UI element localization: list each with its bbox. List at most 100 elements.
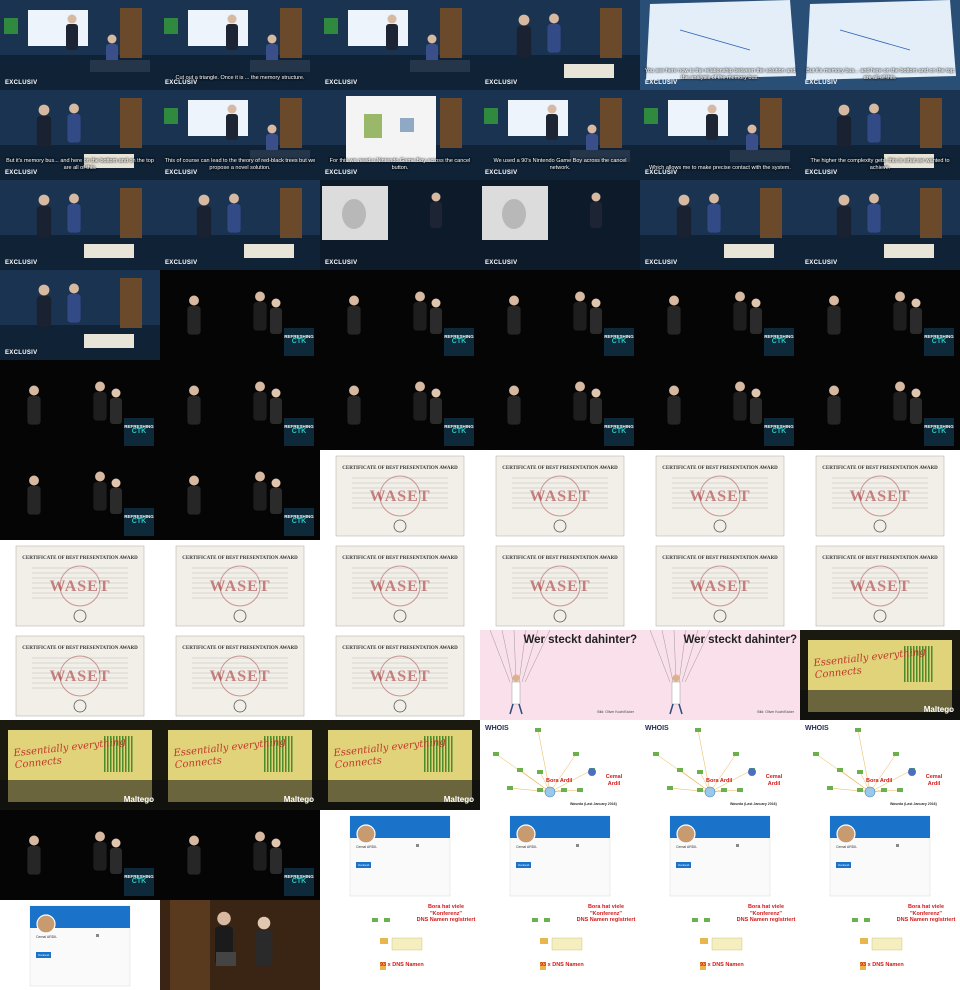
thumbnail-cert[interactable]: CERTIFICATE OF BEST PRESENTATION AWARD WA… — [320, 450, 480, 540]
person-figure — [750, 388, 762, 424]
thumbnail-cert[interactable]: CERTIFICATE OF BEST PRESENTATION AWARD WA… — [320, 540, 480, 630]
thumbnail-room[interactable]: EXCLUSIV — [640, 180, 800, 270]
thumbnail-room[interactable]: Which allows me to make precise contact … — [640, 90, 800, 180]
thumbnail-profile[interactable]: Cemal ARDIL Connect — [640, 810, 800, 900]
person-figure — [110, 838, 122, 874]
whois-scene — [800, 720, 960, 810]
thumbnail-stage[interactable]: REFRESHING CTK — [0, 450, 160, 540]
thumbnail-stage[interactable]: REFRESHING CTK — [480, 360, 640, 450]
conference-logo-line2: CTK — [451, 338, 467, 345]
thumbnail-room[interactable]: EXCLUSIV — [800, 180, 960, 270]
person-figure — [67, 283, 81, 323]
thumbnail-stage[interactable]: REFRESHING CTK — [320, 360, 480, 450]
thumbnail-room[interactable]: EXCLUSIV — [480, 0, 640, 90]
thumbnail-stage[interactable]: REFRESHING CTK — [0, 810, 160, 900]
thumbnail-whois[interactable]: WHOIS Bora Ardil Cemal Ardil Waseda (Last J… — [480, 720, 640, 810]
thumbnail-cert[interactable]: CERTIFICATE OF BEST PRESENTATION AWARD WA… — [160, 630, 320, 720]
thumbnail-cert[interactable]: CERTIFICATE OF BEST PRESENTATION AWARD WA… — [800, 540, 960, 630]
thumbnail-room[interactable]: But it's memory bus... and here on the b… — [800, 0, 960, 90]
thumbnail-cert[interactable]: CERTIFICATE OF BEST PRESENTATION AWARD WA… — [640, 540, 800, 630]
room-scene — [640, 180, 800, 270]
thumbnail-dns[interactable]: Bora hat viele "Konferenz" DNS Namen regis… — [800, 900, 960, 990]
thumbnail-maltego[interactable]: Essentially everything Connects Maltego — [160, 720, 320, 810]
thumbnail-room[interactable]: For this we need a Nintendo Game Boy acr… — [320, 90, 480, 180]
thumbnail-stage[interactable]: REFRESHING CTK — [160, 450, 320, 540]
thumbnail-room[interactable]: EXCLUSIV — [320, 0, 480, 90]
thumbnail-stage[interactable]: REFRESHING CTK — [800, 360, 960, 450]
thumbnail-room[interactable]: This of course can lead to the theory of… — [160, 90, 320, 180]
thumbnail-profile[interactable]: Cemal ARDIL Connect — [800, 810, 960, 900]
connect-button[interactable]: Connect — [356, 862, 372, 868]
thumbnail-room[interactable]: We used a 90's Nintendo Game Boy across … — [480, 90, 640, 180]
broadcast-logo: EXCLUSIV — [805, 260, 838, 266]
thumbnail-cert[interactable]: CERTIFICATE OF BEST PRESENTATION AWARD WA… — [800, 450, 960, 540]
thumbnail-room[interactable]: EXCLUSIV — [160, 180, 320, 270]
thumbnail-room[interactable]: EXCLUSIV — [320, 180, 480, 270]
person-figure — [255, 916, 273, 967]
thumbnail-room[interactable]: You see here now is the relationship bet… — [640, 0, 800, 90]
thumbnail-wer[interactable]: Wer steckt dahinter? Bild: Oliver Koch/Ki… — [480, 630, 640, 720]
thumbnail-profile[interactable]: Cemal ARDIL Connect — [0, 900, 160, 990]
thumbnail-dns[interactable]: Bora hat viele "Konferenz" DNS Namen regis… — [480, 900, 640, 990]
thumbnail-room[interactable]: EXCLUSIV — [0, 270, 160, 360]
certificate-stamp: WASET — [529, 488, 591, 505]
thumbnail-profile[interactable]: Cemal ARDIL Connect — [320, 810, 480, 900]
thumbnail-room[interactable]: But it's memory bus... and here on the b… — [0, 90, 160, 180]
thumbnail-stage[interactable]: REFRESHING CTK — [800, 270, 960, 360]
thumbnail-room[interactable]: EXCLUSIV — [480, 180, 640, 270]
thumbnail-stage[interactable]: REFRESHING CTK — [160, 270, 320, 360]
connect-button[interactable]: Connect — [676, 862, 692, 868]
person-figure — [253, 381, 267, 421]
thumbnail-dns[interactable]: Bora hat viele "Konferenz" DNS Namen regis… — [320, 900, 480, 990]
thumbnail-cert[interactable]: CERTIFICATE OF BEST PRESENTATION AWARD WA… — [640, 450, 800, 540]
thumbnail-room[interactable]: EXCLUSIV — [0, 180, 160, 270]
thumbnail-stage[interactable]: REFRESHING CTK — [0, 360, 160, 450]
dns-footer: 93 x DNS Namen — [860, 962, 904, 968]
connect-button[interactable]: Connect — [516, 862, 532, 868]
room-scene — [320, 180, 480, 270]
thumbnail-cert[interactable]: CERTIFICATE OF BEST PRESENTATION AWARD WA… — [320, 630, 480, 720]
thumbnail-cert[interactable]: CERTIFICATE OF BEST PRESENTATION AWARD WA… — [0, 540, 160, 630]
person-figure — [110, 478, 122, 514]
thumbnail-stage[interactable]: REFRESHING CTK — [320, 270, 480, 360]
profile-scene — [480, 810, 640, 900]
thumbnail-stage[interactable]: REFRESHING CTK — [160, 360, 320, 450]
certificate-title: CERTIFICATE OF BEST PRESENTATION AWARD — [502, 556, 618, 561]
person-figure — [507, 295, 521, 335]
thumbnail-cert[interactable]: CERTIFICATE OF BEST PRESENTATION AWARD WA… — [480, 450, 640, 540]
thumbnail-room[interactable]: The higher the complexity gets, this is … — [800, 90, 960, 180]
thumbnail-wer[interactable]: Wer steckt dahinter? Bild: Oliver Koch/Ki… — [640, 630, 800, 720]
thumbnail-whois[interactable]: WHOIS Bora Ardil Cemal Ardil Waseda (Last J… — [640, 720, 800, 810]
connect-button[interactable]: Connect — [36, 952, 52, 958]
thumbnail-maltego[interactable]: Essentially everything Connects Maltego — [0, 720, 160, 810]
thumbnail-stage[interactable]: REFRESHING CTK — [160, 810, 320, 900]
thumbnail-stage[interactable]: REFRESHING CTK — [640, 270, 800, 360]
person-figure — [270, 478, 282, 514]
thumbnail-cert[interactable]: CERTIFICATE OF BEST PRESENTATION AWARD WA… — [160, 540, 320, 630]
thumbnail-room[interactable]: EXCLUSIV — [0, 0, 160, 90]
broadcast-logo: EXCLUSIV — [645, 260, 678, 266]
person-figure — [27, 385, 41, 425]
person-figure — [27, 835, 41, 875]
thumbnail-photo[interactable] — [160, 900, 320, 990]
conference-logo-line2: CTK — [931, 428, 947, 435]
certificate-stamp: WASET — [529, 578, 591, 595]
stage-scene — [640, 270, 800, 360]
maltego-brand: Maltego — [443, 795, 474, 804]
thumbnail-maltego[interactable]: Essentially everything Connects Maltego — [320, 720, 480, 810]
thumbnail-dns[interactable]: Bora hat viele "Konferenz" DNS Namen regis… — [640, 900, 800, 990]
thumbnail-cert[interactable]: CERTIFICATE OF BEST PRESENTATION AWARD WA… — [0, 630, 160, 720]
thumbnail-whois[interactable]: WHOIS Bora Ardil Cemal Ardil Waseda (Last J… — [800, 720, 960, 810]
thumbnail-stage[interactable]: REFRESHING CTK — [480, 270, 640, 360]
thumbnail-maltego[interactable]: Essentially everything Connects Maltego — [800, 630, 960, 720]
certificate-stamp: WASET — [369, 488, 431, 505]
thumbnail-stage[interactable]: REFRESHING CTK — [640, 360, 800, 450]
stage-scene — [160, 360, 320, 450]
whois-date: Waseda (Last January 2016) — [570, 802, 617, 806]
person-figure — [93, 381, 107, 421]
conference-logo: REFRESHING CTK — [924, 334, 954, 345]
thumbnail-cert[interactable]: CERTIFICATE OF BEST PRESENTATION AWARD WA… — [480, 540, 640, 630]
thumbnail-profile[interactable]: Cemal ARDIL Connect — [480, 810, 640, 900]
connect-button[interactable]: Connect — [836, 862, 852, 868]
thumbnail-room[interactable]: Cut out a triangle. Once it is ... the m… — [160, 0, 320, 90]
